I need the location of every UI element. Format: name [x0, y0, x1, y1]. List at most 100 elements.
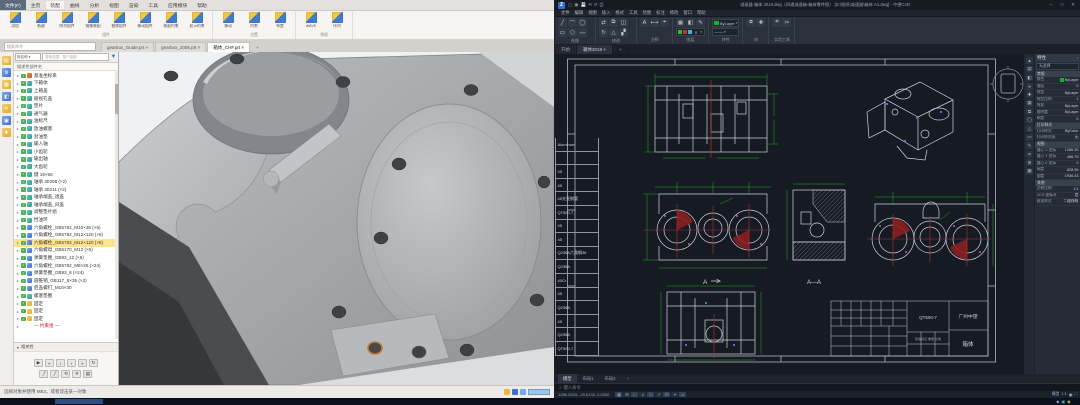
command-finder-input[interactable]: 搜索命令 [4, 42, 96, 51]
nx-ribbon-tab[interactable]: 曲线 [65, 0, 85, 10]
visibility-checkbox[interactable]: ✓ [21, 271, 26, 276]
visibility-checkbox[interactable]: ✓ [21, 149, 26, 154]
window-control-button[interactable]: ─ [1047, 2, 1055, 8]
expand-arrow-icon[interactable]: ▸ [17, 73, 20, 78]
nx-ribbon-button[interactable]: 新建 [28, 11, 54, 32]
side-tool-icon[interactable]: △ [1026, 125, 1033, 132]
status-icon-alert[interactable] [504, 389, 510, 395]
visibility-checkbox[interactable]: ✓ [21, 96, 26, 101]
print-icon[interactable]: ⎙ [600, 2, 604, 8]
taskbar-active-app[interactable] [55, 399, 103, 404]
expand-arrow-icon[interactable]: ▸ [17, 195, 20, 200]
tree-item[interactable]: ▸ ✓ 螺塞垫圈 [14, 292, 118, 300]
side-tool-icon[interactable]: ▭ [1026, 134, 1033, 141]
status-toggle-button[interactable]: ◇ [647, 392, 654, 397]
status-right-button[interactable]: 模型 [1052, 392, 1060, 397]
tree-item[interactable]: ▸ ✓ 小齿轮 [14, 148, 118, 156]
expand-arrow-icon[interactable]: ▸ [17, 81, 20, 86]
visibility-checkbox[interactable]: ✓ [21, 233, 26, 238]
modify-tool-icon[interactable]: ↻ [599, 28, 608, 37]
layout-tab[interactable]: 布局1 [578, 374, 599, 383]
nx-ribbon-tab[interactable]: 应用模块 [163, 0, 192, 10]
tree-item[interactable]: ▸ ✓ 六角螺栓_GB5782_M10×35 (×6) [14, 224, 118, 232]
save-icon[interactable]: 💾 [581, 2, 587, 8]
bom-row[interactable]: Q235A六角钢36 [555, 247, 599, 261]
expand-arrow-icon[interactable]: ▸ [17, 225, 20, 230]
visibility-checkbox[interactable]: ✓ [21, 165, 26, 170]
side-tool-icon[interactable]: ▩ [1026, 168, 1033, 175]
document-tab[interactable]: + [613, 45, 629, 54]
status-toggle-button[interactable]: ▦ [615, 392, 622, 397]
nx-ribbon-button[interactable]: 显示约束 [184, 11, 210, 32]
navigator-tool-button[interactable]: ⟲ [61, 370, 70, 378]
tree-scrollbar[interactable] [115, 70, 118, 339]
nx-ribbon-button[interactable]: 布置 [267, 11, 293, 32]
selection-dropdown[interactable]: 无选择 [1036, 63, 1079, 70]
new-icon[interactable]: ▢ [568, 2, 572, 8]
document-tab[interactable]: 开始 [555, 45, 577, 54]
expand-arrow-icon[interactable]: ▸ [17, 294, 20, 299]
drawing-sheet[interactable]: A [555, 54, 1024, 374]
expand-arrow-icon[interactable]: ▸ [17, 104, 20, 109]
window-control-button[interactable]: ✕ [1069, 2, 1077, 8]
visibility-checkbox[interactable]: ✓ [21, 225, 26, 230]
part-tab[interactable]: gearbox_Guide.prt × [101, 42, 154, 52]
modify-tool-icon[interactable]: △ [609, 28, 618, 37]
modify-tool-icon[interactable]: ⇄ [599, 18, 608, 27]
pin-icon[interactable]: ▪ [1077, 56, 1078, 60]
modify-tool-icon[interactable]: ◫ [619, 18, 628, 27]
status-toggle-button[interactable]: ∠ [639, 392, 646, 397]
nx-ribbon-tab[interactable]: 文件(F) [0, 0, 26, 10]
status-toggle-button[interactable]: ↗ [655, 392, 662, 397]
resource-bar-icon[interactable]: ▦ [2, 80, 11, 89]
draw-tool-icon[interactable]: ⬠ [568, 28, 577, 37]
visibility-checkbox[interactable]: ✓ [21, 309, 26, 314]
status-icon-sync[interactable] [512, 389, 518, 395]
resource-bar-icon[interactable]: ▣ [2, 116, 11, 125]
modify-tool-icon[interactable]: ⧉ [609, 18, 618, 27]
expand-arrow-icon[interactable]: ▸ [17, 96, 20, 101]
side-tool-icon[interactable]: ⊞ [1026, 159, 1033, 166]
tree-item[interactable]: ▸ ✓ 输出轴 [14, 156, 118, 164]
expand-arrow-icon[interactable]: ▸ [17, 119, 20, 124]
tree-item[interactable]: ▸ ✓ 六角螺栓_GB5782_M12×120 (×6) [14, 231, 118, 239]
filter-funnel-icon[interactable]: ▼ [110, 53, 117, 61]
tree-item[interactable]: ▸ ✓ 垫片 [14, 102, 118, 110]
expand-arrow-icon[interactable]: ▸ [17, 278, 20, 283]
linetype-dropdown[interactable]: ——— ▾ [712, 28, 739, 36]
tree-item[interactable]: ▸ ✓ 下箱体 [14, 80, 118, 88]
layout-tab[interactable]: 模型 [558, 374, 577, 383]
menu-item[interactable]: 编辑 [575, 10, 584, 16]
tree-item[interactable]: ▸ ✓ 弹簧垫圈_GB93_12 (×6) [14, 254, 118, 262]
block-tool-icon[interactable]: ✚ [756, 18, 765, 27]
nx-ribbon-button[interactable]: 装配约束 [158, 11, 184, 32]
menu-item[interactable]: 帮助 [697, 10, 706, 16]
nx-ribbon-button[interactable]: 移动 [215, 11, 241, 32]
nx-ribbon-tab[interactable]: 工具 [143, 0, 163, 10]
navigator-tool-button[interactable]: ▶ [34, 359, 43, 367]
menu-item[interactable]: 绘图 [643, 10, 652, 16]
navigator-tool-button[interactable]: » [78, 359, 87, 367]
draw-tool-icon[interactable]: ╱ [558, 18, 567, 27]
visibility-checkbox[interactable]: ✓ [21, 218, 26, 223]
tree-item[interactable]: ▸ ✓ 通气器 [14, 110, 118, 118]
expand-arrow-icon[interactable]: ▸ [17, 263, 20, 268]
expand-arrow-icon[interactable]: ▸ [17, 164, 20, 169]
navigator-tool-button[interactable]: « [45, 359, 54, 367]
navigator-tool-button[interactable]: › [67, 359, 76, 367]
utility-tool-icon[interactable]: ⌗ [772, 18, 781, 27]
nx-ribbon-button[interactable]: 替换组件 [106, 11, 132, 32]
tree-item[interactable]: ▸ ✓ 轴承端盖_闷盖 [14, 201, 118, 209]
tree-item[interactable]: ▸ ✓ 键 16×56 [14, 171, 118, 179]
tree-item[interactable]: ▸ ✓ 六角螺栓_GB5782_M8×25 (×24) [14, 262, 118, 270]
bom-row[interactable] [555, 152, 599, 166]
navigator-tool-button[interactable]: ✕ [72, 370, 81, 378]
layer-tool-icon[interactable]: ✎ [696, 18, 705, 27]
bom-row[interactable]: Q235A [555, 301, 599, 315]
resource-bar-icon[interactable]: ▤ [2, 56, 11, 65]
status-right-button[interactable]: 1:1 [1061, 392, 1066, 397]
expand-arrow-icon[interactable]: ▸ [17, 187, 20, 192]
nx-ribbon-tab[interactable]: 视图 [104, 0, 124, 10]
navigator-tool-button[interactable]: ▤ [83, 370, 92, 378]
menu-item[interactable]: 视图 [588, 10, 597, 16]
